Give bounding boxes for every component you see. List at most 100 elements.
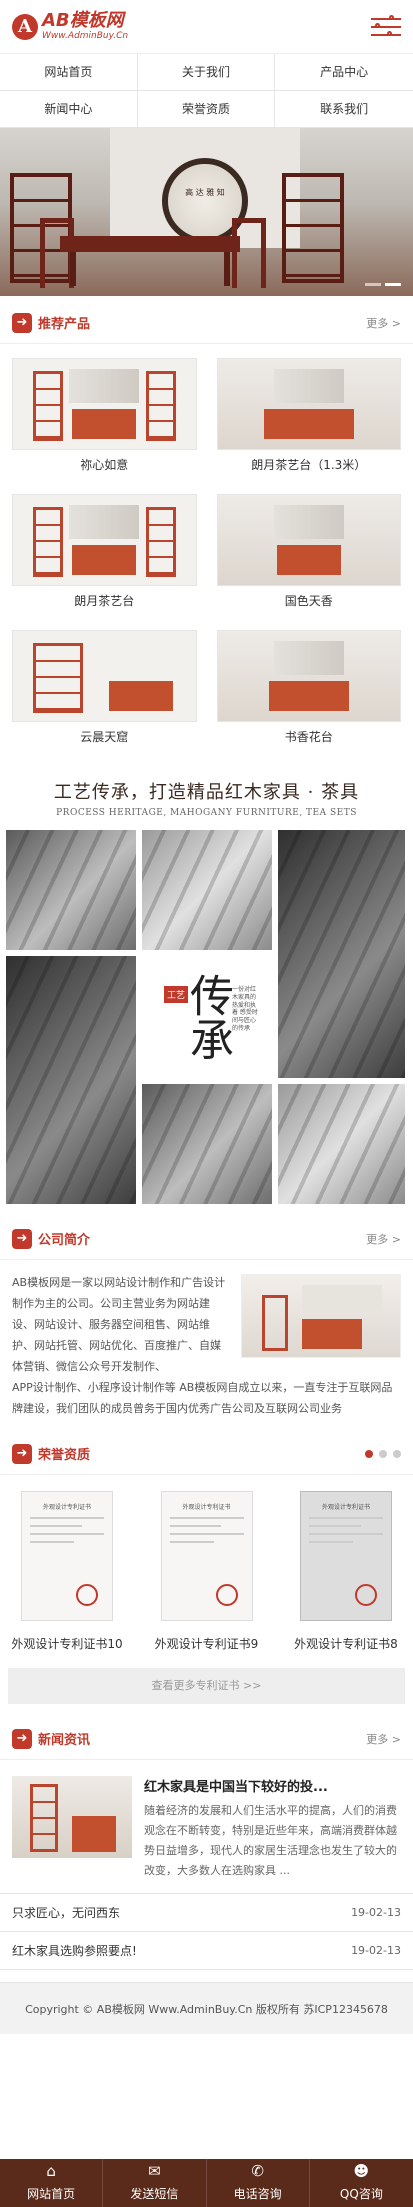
site-header: A AB模板网 Www.AdminBuy.Cn [0, 0, 413, 54]
product-image [12, 494, 197, 586]
craft-photo [142, 830, 272, 950]
chuan-char: 传承 [182, 973, 233, 1061]
tab-home[interactable]: ⌂ 网站首页 [0, 2159, 104, 2207]
cert-name: 外观设计专利证书8 [294, 1637, 398, 1651]
product-card[interactable]: 云晨天窟 [12, 630, 197, 752]
arrow-right-icon: ➜ [12, 312, 32, 333]
products-section-header: ➜ 推荐产品 更多 > [0, 302, 413, 344]
pagination-dot-active[interactable] [365, 1449, 373, 1458]
logo-mark: A [12, 13, 38, 40]
honors-section-header: ➜ 荣誉资质 [0, 1433, 413, 1475]
section-title: 新闻资讯 [38, 1733, 91, 1748]
news-featured[interactable]: 红木家具是中国当下较好的投... 随着经济的发展和人们生活水平的提高，人们的消费… [0, 1760, 413, 1894]
more-link[interactable]: 更多 > [366, 1731, 401, 1747]
chuan-vertical-text: 一份对红木家具的热爱和执着 感受时间与匠心的传承 [232, 986, 258, 1032]
tab-label: 发送短信 [130, 2187, 179, 2201]
news-item-date: 19-02-13 [351, 1944, 401, 1957]
home-icon: ⌂ [46, 2162, 56, 2180]
chuan-calligraphy: 工艺 传承 一份对红木家具的热爱和执着 感受时间与匠心的传承 [142, 956, 272, 1078]
craft-heading: 工艺传承，打造精品红木家具 · 茶具 PROCESS HERITAGE, MAH… [0, 778, 413, 818]
news-list-item[interactable]: 红木家具选购参照要点! 19-02-13 [0, 1932, 413, 1970]
pagination-dot[interactable] [379, 1449, 387, 1458]
seal-icon [215, 1584, 238, 1606]
news-item-title[interactable]: 只求匠心，无问西东 [12, 1904, 120, 1921]
nav-item-home[interactable]: 网站首页 [0, 54, 138, 91]
seal-icon [355, 1584, 377, 1606]
nav-item-products[interactable]: 产品中心 [275, 54, 413, 91]
news-summary: 随着经济的发展和人们生活水平的提高，人们的消费观念在不断转变，特别是近些年来，高… [144, 1804, 397, 1877]
message-icon: ✉ [148, 2162, 161, 2180]
cert-card[interactable]: 外观设计专利证书 外观设计专利证书9 [140, 1491, 274, 1652]
logo-subtitle: Www.AdminBuy.Cn [42, 31, 129, 41]
product-image [12, 358, 197, 450]
product-name: 云晨天窟 [80, 730, 129, 744]
banner-dot[interactable] [365, 283, 381, 286]
product-grid: 祢心如意 朗月茶艺台（1.3米） 朗月茶艺台 国色天香 云晨天窟 书香花台 [0, 344, 413, 752]
section-title: 荣誉资质 [38, 1448, 91, 1463]
cert-image: 外观设计专利证书 [21, 1491, 113, 1621]
more-certs-button[interactable]: 查看更多专利证书 >> [8, 1668, 405, 1704]
intro-section-header: ➜ 公司简介 更多 > [0, 1218, 413, 1260]
product-card[interactable]: 书香花台 [216, 630, 401, 752]
cert-card[interactable]: 外观设计专利证书 外观设计专利证书8 [279, 1491, 413, 1652]
nav-item-honors[interactable]: 荣誉资质 [137, 91, 276, 128]
honors-pagination[interactable] [365, 1449, 401, 1458]
cert-heading: 外观设计专利证书 [321, 1504, 370, 1511]
cert-image: 外观设计专利证书 [300, 1491, 392, 1621]
craft-photo-grid: 工艺 传承 一份对红木家具的热爱和执着 感受时间与匠心的传承 [6, 830, 407, 1204]
craft-photo [6, 956, 136, 1204]
nav-item-about[interactable]: 关于我们 [137, 54, 276, 91]
site-logo[interactable]: A AB模板网 Www.AdminBuy.Cn [12, 12, 128, 41]
nav-item-news[interactable]: 新闻中心 [0, 91, 138, 128]
product-image [216, 358, 401, 450]
tab-label: 电话咨询 [233, 2187, 282, 2201]
product-name: 祢心如意 [80, 458, 129, 472]
section-title: 公司简介 [38, 1233, 91, 1248]
product-image [216, 494, 401, 586]
tab-phone[interactable]: ✆ 电话咨询 [207, 2159, 310, 2207]
product-name: 朗月茶艺台 [74, 594, 135, 608]
bottom-tabbar: ⌂ 网站首页 ✉ 发送短信 ✆ 电话咨询 ☻ QQ咨询 [0, 2159, 413, 2207]
banner-dot-active[interactable] [385, 283, 401, 286]
craft-title-en: PROCESS HERITAGE, MAHOGANY FURNITURE, TE… [56, 808, 357, 818]
arrow-right-icon: ➜ [12, 1228, 32, 1249]
craft-title-cn: 工艺传承，打造精品红木家具 · 茶具 [53, 782, 360, 803]
tab-sms[interactable]: ✉ 发送短信 [103, 2159, 207, 2207]
tab-qq[interactable]: ☻ QQ咨询 [310, 2159, 413, 2207]
news-section-header: ➜ 新闻资讯 更多 > [0, 1718, 413, 1760]
arrow-right-icon: ➜ [12, 1443, 32, 1464]
product-name: 朗月茶艺台（1.3米） [251, 458, 367, 472]
news-image [12, 1776, 132, 1858]
tab-label: QQ咨询 [339, 2187, 383, 2201]
intro-text-top: AB模板网是一家以网站设计制作和广告设计制作为主的公司。公司主营业务为网站建设、… [12, 1276, 226, 1373]
cert-name: 外观设计专利证书10 [11, 1637, 123, 1651]
product-card[interactable]: 朗月茶艺台 [12, 494, 197, 616]
news-list-item[interactable]: 只求匠心，无问西东 19-02-13 [0, 1894, 413, 1932]
logo-text: AB模板网 Www.AdminBuy.Cn [42, 12, 128, 41]
tab-label: 网站首页 [27, 2187, 76, 2201]
news-title[interactable]: 红木家具是中国当下较好的投... [144, 1776, 401, 1795]
cert-card[interactable]: 外观设计专利证书 外观设计专利证书10 [0, 1491, 134, 1652]
product-card[interactable]: 祢心如意 [12, 358, 197, 480]
logo-title: AB模板网 [42, 10, 124, 31]
product-image [12, 630, 197, 722]
product-name: 国色天香 [284, 594, 333, 608]
banner-pagination[interactable] [365, 283, 401, 286]
more-link[interactable]: 更多 > [366, 1231, 401, 1247]
hero-banner[interactable]: 高 达 雅 知 [0, 128, 413, 296]
cert-heading: 外观设计专利证书 [182, 1504, 231, 1511]
product-card[interactable]: 国色天香 [216, 494, 401, 616]
intro-image [241, 1274, 401, 1358]
product-card[interactable]: 朗月茶艺台（1.3米） [216, 358, 401, 480]
craft-photo [278, 1084, 405, 1204]
craft-photo [278, 830, 405, 1078]
product-name: 书香花台 [284, 730, 333, 744]
nav-item-contact[interactable]: 联系我们 [275, 91, 413, 128]
craft-photo [142, 1084, 272, 1204]
news-item-title[interactable]: 红木家具选购参照要点! [12, 1942, 137, 1959]
pagination-dot[interactable] [393, 1449, 401, 1458]
more-link[interactable]: 更多 > [366, 315, 401, 331]
copyright: Copyright © AB模板网 Www.AdminBuy.Cn 版权所有 苏… [0, 1982, 413, 2034]
qq-icon: ☻ [353, 2162, 370, 2180]
menu-toggle-icon[interactable] [371, 14, 401, 39]
